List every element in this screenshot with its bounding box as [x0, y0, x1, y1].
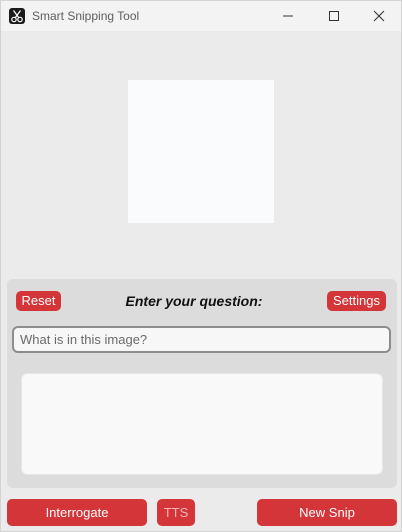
question-input[interactable] [12, 326, 391, 353]
close-button[interactable] [356, 1, 402, 31]
scissors-icon [9, 8, 25, 24]
new-snip-button[interactable]: New Snip [257, 499, 397, 526]
interrogate-button[interactable]: Interrogate [7, 499, 147, 526]
maximize-button[interactable] [311, 1, 357, 31]
app-window: Smart Snipping Tool Reset Enter your que… [0, 0, 402, 532]
maximize-icon [329, 11, 339, 21]
snip-preview-image [128, 80, 274, 223]
minimize-button[interactable] [265, 1, 311, 31]
title-bar[interactable]: Smart Snipping Tool [1, 1, 401, 31]
settings-button[interactable]: Settings [327, 291, 386, 311]
window-title: Smart Snipping Tool [32, 9, 140, 23]
tts-button[interactable]: TTS [157, 499, 195, 526]
minimize-icon [283, 15, 293, 17]
answer-textbox[interactable] [21, 373, 383, 475]
close-icon [373, 10, 385, 22]
question-label: Enter your question: [125, 293, 263, 309]
question-panel: Reset Enter your question: Settings [7, 279, 397, 488]
reset-button[interactable]: Reset [16, 291, 61, 311]
